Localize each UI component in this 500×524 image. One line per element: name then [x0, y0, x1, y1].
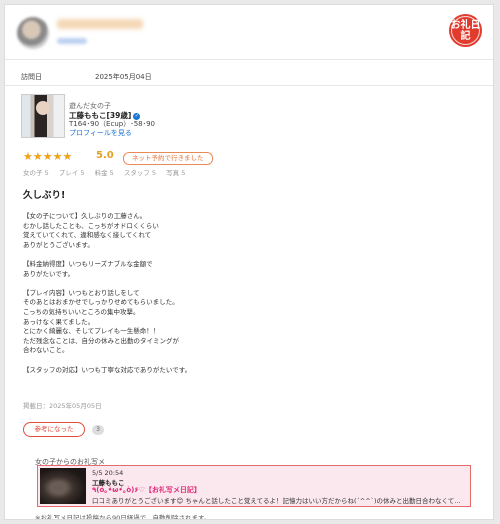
review-title: 久しぶり!	[23, 190, 66, 201]
star-rating: ★★★★★	[23, 150, 73, 163]
divider	[5, 59, 493, 60]
review-body: 【女の子について】久しぶりの工藤さん。 むかし話したことも、こっちがオドロくくら…	[23, 212, 483, 375]
review-line: 【スタッフの対応】いつも丁寧な対応でありがたいです。	[23, 365, 192, 374]
posted-date: 掲載日：2025年05月05日	[23, 402, 102, 410]
sub-score: スタッフ 5	[123, 169, 157, 177]
sub-score: プレイ 5	[58, 169, 85, 177]
sub-score: 女の子 5	[23, 169, 49, 177]
review-line: あっけなく果てました。	[23, 317, 95, 326]
user-avatar-icon[interactable]	[17, 17, 49, 49]
review-line	[23, 279, 483, 289]
review-line: 合わないこと。	[23, 346, 69, 355]
review-line: そのあとはおまかせでしっかりせめてもらいました。	[23, 298, 179, 307]
divider	[5, 85, 493, 86]
review-line: 【プレイ内容】いつもとおり話しをして	[23, 288, 140, 297]
review-line: 覚えていてくれて、違和感なく接してくれて	[23, 231, 152, 240]
visit-date-label: 訪問日	[21, 73, 42, 81]
review-line	[23, 250, 483, 260]
diary-text: 口コミありがとうございます😊 ちゃんと話したこと覚えてるよ！記憶力はいい方だから…	[92, 497, 461, 505]
sub-score: 写真 5	[166, 169, 186, 177]
reviewer-name[interactable]	[57, 19, 143, 29]
review-line: とにかく綺麗な、そしてプレイも一生懸命！！	[23, 327, 160, 336]
thanks-diary-entry[interactable]: 5/5 20:54 工藤ももこ ٩(ó｡•̀ω•́｡ò)۶♡【お礼写メ日記】 口…	[37, 465, 471, 507]
thank-you-diary-stamp: お礼日記	[449, 14, 482, 47]
review-card: お礼日記 訪問日 2025年05月04日 遊んだ女の子 工藤ももこ[39歳] ✓ …	[4, 4, 494, 520]
review-line: むかし話したことも、こっちがオドロくくらい	[23, 221, 159, 230]
review-line: こっちの気持ちいいところの集中攻撃。	[23, 307, 140, 316]
review-line: ただ残念なことは、自分の休みと出勤のタイミングが	[23, 336, 179, 345]
net-reservation-badge: ネット予約で行きました	[123, 152, 213, 165]
reviewer-sub[interactable]	[57, 38, 87, 44]
rating-score: 5.0	[96, 150, 114, 161]
review-line: 【料金納得度】いつもリーズナブルな金額で	[23, 259, 153, 268]
helpful-button[interactable]: 参考になった	[23, 422, 85, 437]
helpful-count: 3	[92, 425, 104, 435]
review-line	[23, 356, 483, 366]
review-line: ありがとうございます。	[23, 240, 94, 249]
girl-photo[interactable]	[21, 94, 65, 138]
sub-score: 料金 5	[94, 169, 114, 177]
diary-title[interactable]: ٩(ó｡•̀ω•́｡ò)۶♡【お礼写メ日記】	[92, 485, 201, 495]
auto-delete-note: ※お礼写メ日記は投稿から90日経過で、自動削除されます。	[35, 514, 211, 520]
visit-date: 2025年05月04日	[95, 73, 152, 81]
profile-link[interactable]: プロフィールを見る	[69, 128, 132, 138]
review-line: ありがたいです。	[23, 269, 75, 278]
sub-scores: 女の子 5 プレイ 5 料金 5 スタッフ 5 写真 5	[23, 167, 193, 177]
diary-thumbnail[interactable]	[40, 468, 86, 504]
diary-time: 5/5 20:54	[92, 469, 124, 477]
review-line: 【女の子について】久しぶりの工藤さん。	[23, 212, 147, 220]
